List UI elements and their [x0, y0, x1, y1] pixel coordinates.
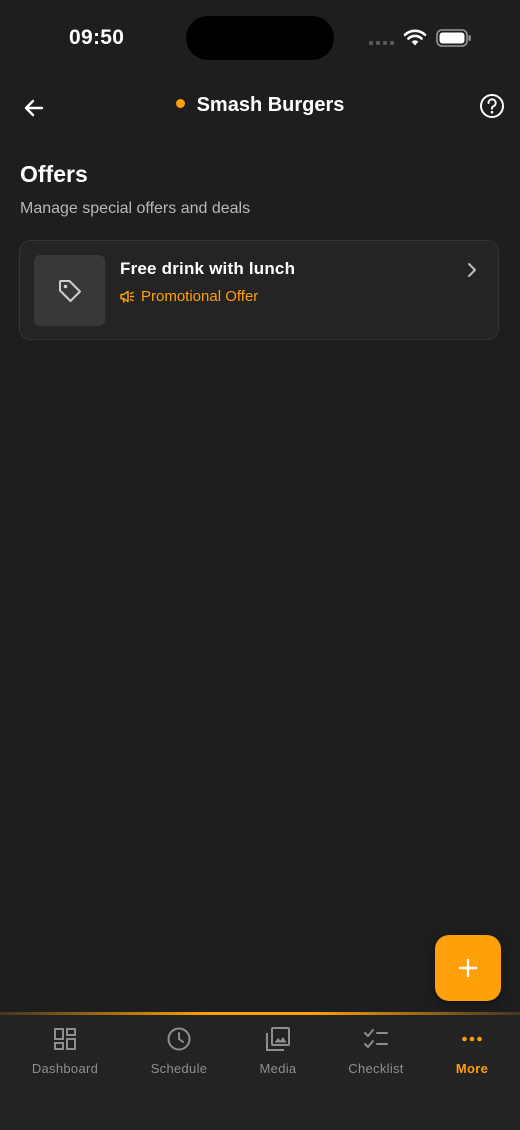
dynamic-island: [186, 16, 334, 60]
tab-label: Schedule: [150, 1061, 208, 1076]
tab-media[interactable]: Media: [226, 1026, 330, 1096]
tab-label: Dashboard: [31, 1061, 99, 1076]
header-title-group: Smash Burgers: [0, 94, 520, 117]
offer-card[interactable]: Free drink with lunch Promotional Offer: [19, 240, 499, 340]
clock-icon: [167, 1027, 191, 1051]
help-circle-icon[interactable]: [478, 92, 506, 120]
tab-label: Media: [259, 1061, 297, 1076]
add-offer-button[interactable]: [435, 935, 501, 1001]
page-subtitle: Manage special offers and deals: [20, 200, 251, 217]
battery-icon: [436, 29, 471, 47]
checklist-icon: [364, 1029, 388, 1048]
tag-icon: [59, 280, 81, 302]
tab-schedule[interactable]: Schedule: [127, 1026, 231, 1096]
offer-type-label: Promotional Offer: [141, 288, 259, 305]
tab-label: More: [455, 1061, 489, 1076]
media-icon: [266, 1027, 290, 1051]
tab-dashboard[interactable]: Dashboard: [13, 1026, 117, 1096]
offer-type: Promotional Offer: [120, 288, 258, 305]
status-dot: [175, 99, 185, 108]
bottom-tab-bar: Dashboard Schedule Media Checklist More: [0, 1012, 520, 1130]
status-time: 09:50: [69, 26, 125, 49]
wifi-icon: [403, 29, 427, 46]
app-header: Smash Burgers: [0, 78, 520, 140]
megaphone-icon: [120, 290, 135, 303]
tab-more[interactable]: More: [420, 1026, 520, 1096]
offer-title: Free drink with lunch: [120, 259, 296, 278]
tab-bar-accent-line: [0, 1012, 520, 1015]
tab-checklist[interactable]: Checklist: [324, 1026, 428, 1096]
plus-icon: [458, 958, 478, 978]
cellular-signal-icon: [369, 41, 395, 46]
offer-thumbnail: [34, 255, 105, 326]
status-bar: 09:50: [0, 0, 520, 78]
tab-label: Checklist: [348, 1061, 404, 1076]
chevron-right-icon: [468, 263, 476, 277]
page-title: Offers: [20, 161, 88, 187]
business-name: Smash Burgers: [196, 94, 345, 116]
more-icon: [462, 1036, 482, 1042]
dashboard-icon: [54, 1028, 76, 1050]
